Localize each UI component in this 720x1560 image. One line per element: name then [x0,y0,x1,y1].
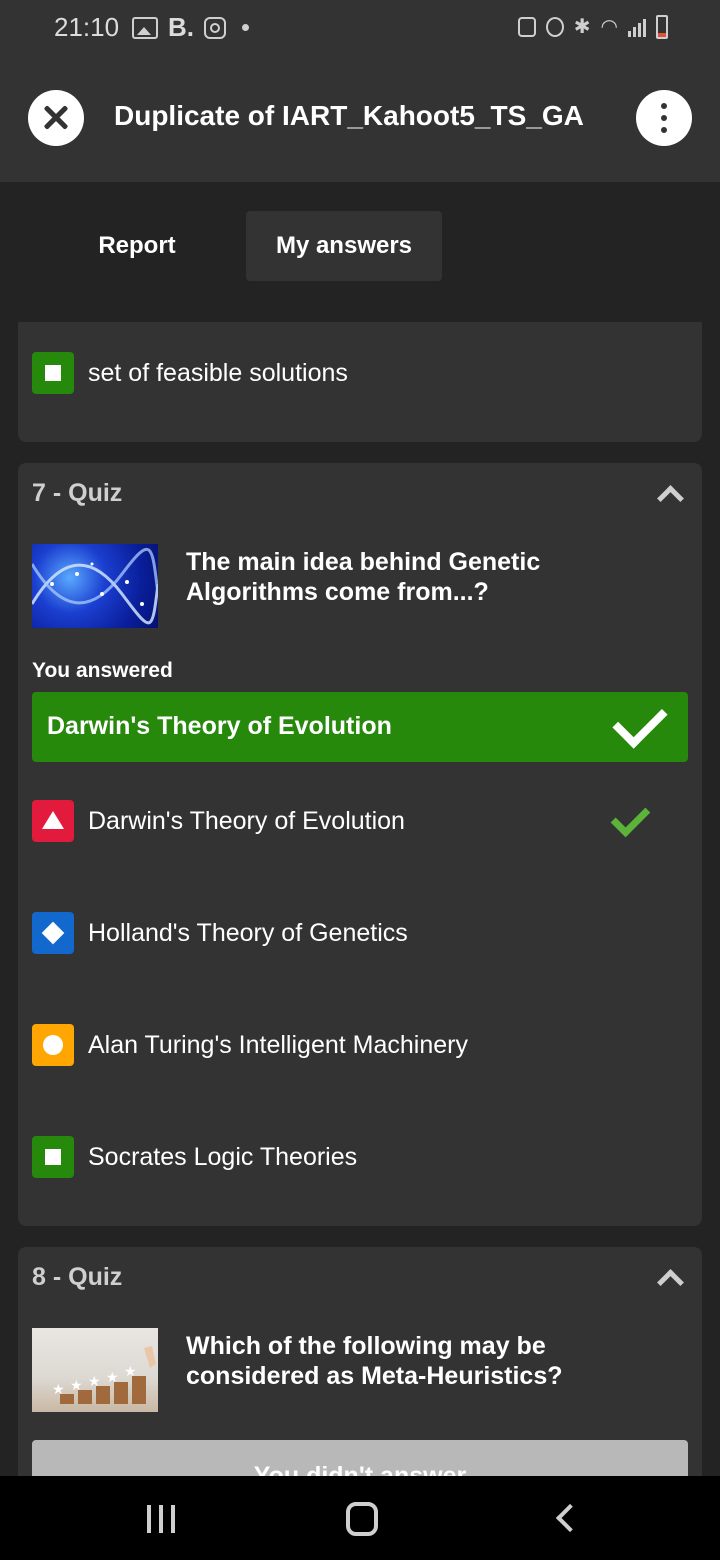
answer-option: Socrates Logic Theories [32,1136,357,1178]
home-button[interactable] [346,1502,378,1536]
you-answered-label: You answered [32,659,173,682]
dna-helix-image [32,544,158,628]
answer-option: Holland's Theory of Genetics [32,912,408,954]
correct-check-icon [610,797,651,838]
signal-icon [628,17,646,37]
gallery-icon [132,16,158,39]
rating-stars-image: ★ ★ ★ ★ ★ [32,1328,158,1412]
tab-bar: Report My answers [0,182,720,322]
page-title: Duplicate of IART_Kahoot5_TS_GA [114,100,584,131]
answer-text: Socrates Logic Theories [88,1142,358,1171]
svg-text:★: ★ [88,1373,101,1389]
your-answer-text: Darwin's Theory of Evolution [47,712,392,740]
svg-text:★: ★ [70,1377,83,1393]
more-dot [661,115,667,121]
recent-apps-button[interactable] [147,1505,175,1533]
square-shape-icon [32,1136,74,1178]
tab-my-answers[interactable]: My answers [246,211,442,281]
lock-icon [517,16,536,37]
b-app-icon: B. [168,12,194,42]
close-button[interactable] [28,90,84,146]
answer-option: Darwin's Theory of Evolution [32,800,405,842]
your-answer-bar: Darwin's Theory of Evolution [32,692,688,762]
more-options-button[interactable] [636,90,692,146]
circle-shape-icon [32,1024,74,1066]
more-dot [661,127,667,133]
answer-text: set of feasible solutions [88,358,348,387]
alarm-icon [545,16,564,37]
question-label: 7 - Quiz [32,479,123,507]
square-shape-icon [32,352,74,394]
answer-option: Alan Turing's Intelligent Machinery [32,1024,468,1066]
system-icons: ✱ ◠ [517,14,668,39]
question-card-7: 7 - Quiz The main idea behind Genetic Al… [18,463,702,1226]
more-vert-icon [661,103,667,109]
battery-icon [656,14,668,39]
question-text: The main idea behind Genetic Algorithms … [186,548,541,606]
bluetooth-icon: ✱ [573,16,591,38]
app-header: Duplicate of IART_Kahoot5_TS_GA [0,56,720,182]
status-time: 21:10 [54,12,120,42]
back-button[interactable] [555,1503,585,1533]
svg-text:★: ★ [52,1381,65,1397]
tab-report[interactable]: Report [72,211,202,281]
answer-option: set of feasible solutions [32,352,348,394]
svg-text:★: ★ [106,1369,119,1385]
question-card-previous: set of feasible solutions [18,322,702,442]
answer-text: Darwin's Theory of Evolution [88,806,405,835]
question-label: 8 - Quiz [32,1263,123,1291]
answer-text: Alan Turing's Intelligent Machinery [88,1030,468,1059]
answer-text: Holland's Theory of Genetics [88,918,408,947]
notification-icons: B. [132,12,249,43]
question-text: Which of the following may be considered… [186,1332,563,1390]
wifi-icon: ◠ [600,16,618,38]
dot-icon [242,24,249,31]
question-card-8: 8 - Quiz ★ ★ ★ ★ ★ Which of the followin… [18,1247,702,1507]
status-bar: 21:10 B. ✱ ◠ [0,0,720,56]
diamond-shape-icon [32,912,74,954]
chevron-up-icon[interactable] [657,485,684,512]
triangle-shape-icon [32,800,74,842]
check-icon [612,693,668,749]
system-nav-bar [0,1476,720,1560]
instagram-icon [204,16,226,39]
chevron-up-icon[interactable] [657,1269,684,1296]
svg-text:★: ★ [124,1363,137,1379]
